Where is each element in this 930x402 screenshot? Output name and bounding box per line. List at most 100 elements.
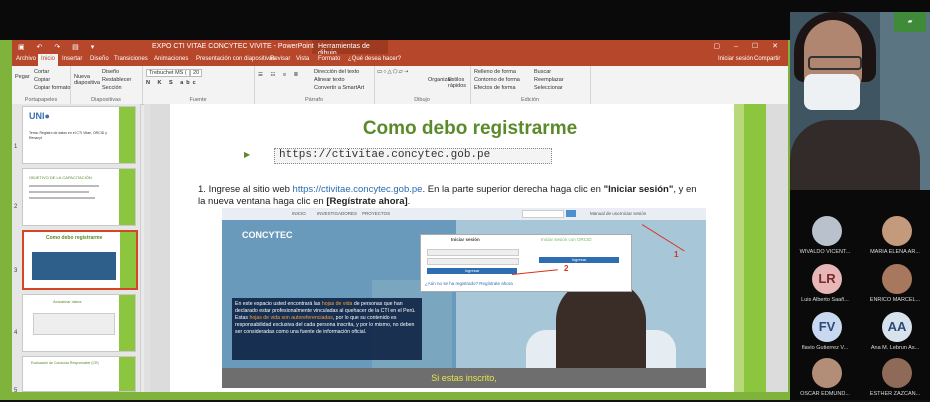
- site-search-icon: [566, 210, 576, 217]
- thumb-form: [33, 313, 115, 335]
- thumb-green-band: [119, 295, 135, 351]
- tab-animations[interactable]: Animaciones: [154, 56, 188, 62]
- participant-name: ESTHER ZAZCAN...: [869, 391, 921, 397]
- quick-styles-button[interactable]: Estilos rápidos: [448, 77, 468, 89]
- site-session-link: Iniciar sesión: [620, 211, 647, 216]
- copy-button[interactable]: Copiar: [34, 77, 50, 83]
- thumb-green-band: [119, 169, 135, 225]
- title-bar: ▣ ↶ ↷ ▤ ▾ Herramientas de dibujo EXPO CT…: [12, 40, 788, 57]
- participant-avatar: [812, 358, 842, 388]
- thumb-number: 4: [14, 330, 18, 336]
- tab-insert[interactable]: Insertar: [62, 56, 82, 62]
- participant-avatar: [812, 216, 842, 246]
- step-link[interactable]: https://ctivitae.concytec.gob.pe: [293, 184, 423, 195]
- tab-slideshow[interactable]: Presentación con diapositivas: [196, 56, 275, 62]
- current-slide[interactable]: Como debo registrarme https://ctivitae.c…: [170, 104, 766, 392]
- slide-caption: Si estas inscrito,: [222, 368, 706, 388]
- slide-thumbnails-pane[interactable]: 1 UNI● Tema: Registro de datos en el CTI…: [12, 104, 141, 392]
- paste-button[interactable]: Pegar: [15, 74, 30, 80]
- info-highlight: hojas de vida son autoreferenciadas: [249, 315, 333, 321]
- login-title: Iniciar sesión: [451, 237, 480, 242]
- presenter-video: ▰: [790, 12, 930, 190]
- layout-button[interactable]: Diseño: [102, 69, 119, 75]
- tab-view[interactable]: Vista: [296, 56, 309, 62]
- tab-review[interactable]: Revisar: [270, 56, 290, 62]
- participant-avatar: AA: [882, 312, 912, 342]
- ribbon: Pegar Cortar Copiar Copiar formato Porta…: [12, 66, 788, 105]
- signin-link[interactable]: Iniciar sesión: [718, 56, 753, 62]
- group-clipboard: Pegar Cortar Copiar Copiar formato Porta…: [12, 66, 71, 104]
- thumb-green-band: [120, 232, 136, 288]
- mouse-cursor-icon: [726, 280, 730, 286]
- find-button[interactable]: Buscar: [534, 69, 551, 75]
- tab-design[interactable]: Diseño: [90, 56, 109, 62]
- tab-format[interactable]: Formato: [318, 56, 340, 62]
- slide-thumbnail-4[interactable]: Actualizar datos: [22, 294, 136, 352]
- login-submit-button: Ingresar: [427, 268, 517, 274]
- shape-outline-button[interactable]: Contorno de forma: [474, 77, 520, 83]
- slide-thumbnail-5[interactable]: Evaluación de Conducta Responsable (CR): [22, 356, 136, 392]
- quick-access-toolbar[interactable]: ▣ ↶ ↷ ▤ ▾: [18, 43, 99, 51]
- cut-button[interactable]: Cortar: [34, 69, 49, 75]
- presenter-body: [790, 120, 920, 190]
- slide-thumbnail-1[interactable]: UNI● Tema: Registro de datos en el CTI V…: [22, 106, 136, 164]
- font-size-select[interactable]: 20: [190, 69, 203, 77]
- url-textbox[interactable]: https://ctivitae.concytec.gob.pe: [274, 148, 552, 164]
- text-direction-button[interactable]: Dirección del texto: [314, 69, 359, 75]
- participant-avatar: [882, 264, 912, 294]
- participant-tile[interactable]: AA Ana M. Lebrun As...: [860, 308, 930, 356]
- info-text: En este espacio usted encontrará las: [235, 301, 321, 307]
- slide-green-band: [744, 104, 766, 392]
- thumb-title: Como debo registrarme: [46, 235, 103, 241]
- thumb-number: 5: [14, 388, 18, 392]
- participant-tile[interactable]: MARIA ELENA AR...: [860, 212, 930, 260]
- font-family-select[interactable]: Trebuchet MS (: [146, 69, 190, 77]
- slide-thumbnail-3[interactable]: Como debo registrarme: [22, 230, 138, 290]
- reset-button[interactable]: Restablecer: [102, 77, 131, 83]
- participant-tile[interactable]: OSCAR EDMUND...: [790, 354, 860, 402]
- drawing-tools-context[interactable]: Herramientas de dibujo: [312, 40, 388, 57]
- thumb-title: Tema: Registro de datos en el CTI Vitae,…: [29, 131, 107, 140]
- participant-tile[interactable]: FV flavio Gutierrez V...: [790, 308, 860, 356]
- participant-name: Luis Alberto Saañ...: [801, 297, 849, 303]
- thumb-title: Evaluación de Conducta Responsable (CR): [31, 361, 99, 365]
- login-password-input: [427, 258, 519, 265]
- tell-me-search[interactable]: ¿Qué desea hacer?: [348, 56, 401, 62]
- select-button[interactable]: Seleccionar: [534, 85, 563, 91]
- tab-transitions[interactable]: Transiciones: [114, 56, 148, 62]
- font-format-buttons[interactable]: N K S abc: [146, 80, 199, 86]
- presenter-mask: [804, 74, 860, 110]
- group-slides: Nueva diapositiva Diseño Restablecer Sec…: [70, 66, 143, 104]
- play-icon[interactable]: ▶: [244, 150, 250, 159]
- tab-file[interactable]: Archivo: [16, 56, 36, 62]
- site-manual-link: Manual de uso: [590, 211, 620, 216]
- thumb-screenshot: [32, 252, 116, 280]
- replace-button[interactable]: Reemplazar: [534, 77, 564, 83]
- smartart-button[interactable]: Convertir a SmartArt: [314, 85, 364, 91]
- slide-title[interactable]: Como debo registrarme: [170, 118, 766, 140]
- new-slide-button[interactable]: Nueva diapositiva: [74, 74, 100, 86]
- participant-tile[interactable]: ESTHER ZAZCAN...: [860, 354, 930, 402]
- participant-tile[interactable]: LR Luis Alberto Saañ...: [790, 260, 860, 308]
- participant-tile[interactable]: ENRICO MARCEL...: [860, 260, 930, 308]
- section-button[interactable]: Sección: [102, 85, 122, 91]
- participant-tile[interactable]: WIVALDO VICENT...: [790, 212, 860, 260]
- participant-name: OSCAR EDMUND...: [800, 391, 850, 397]
- share-button[interactable]: Compartir: [754, 56, 780, 62]
- window-controls[interactable]: ▢ – ☐ ✕: [714, 42, 784, 50]
- slide-thumbnail-2[interactable]: OBJETIVO DE LA CAPACITACIÓN: [22, 168, 136, 226]
- thumb-title: Actualizar datos: [53, 299, 82, 304]
- thumb-green-band: [119, 357, 135, 391]
- format-painter-button[interactable]: Copiar formato: [34, 85, 70, 91]
- shape-effects-button[interactable]: Efectos de forma: [474, 85, 516, 91]
- tab-home[interactable]: Inicio: [38, 54, 59, 66]
- list-buttons[interactable]: ☰ ☷ ≡ ≣: [258, 72, 301, 78]
- align-text-button[interactable]: Alinear texto: [314, 77, 345, 83]
- group-drawing: ▭○△⬠▱➝ Organizar Estilos rápidos Dibujo: [374, 66, 471, 104]
- thumb-text-line: [29, 191, 89, 193]
- participant-name: WIVALDO VICENT...: [799, 249, 851, 255]
- shapes-gallery[interactable]: ▭○△⬠▱➝: [377, 69, 409, 75]
- group-editing: Relleno de forma Contorno de forma Efect…: [470, 66, 591, 104]
- shape-fill-button[interactable]: Relleno de forma: [474, 69, 516, 75]
- url-text: https://ctivitae.concytec.gob.pe: [279, 149, 491, 161]
